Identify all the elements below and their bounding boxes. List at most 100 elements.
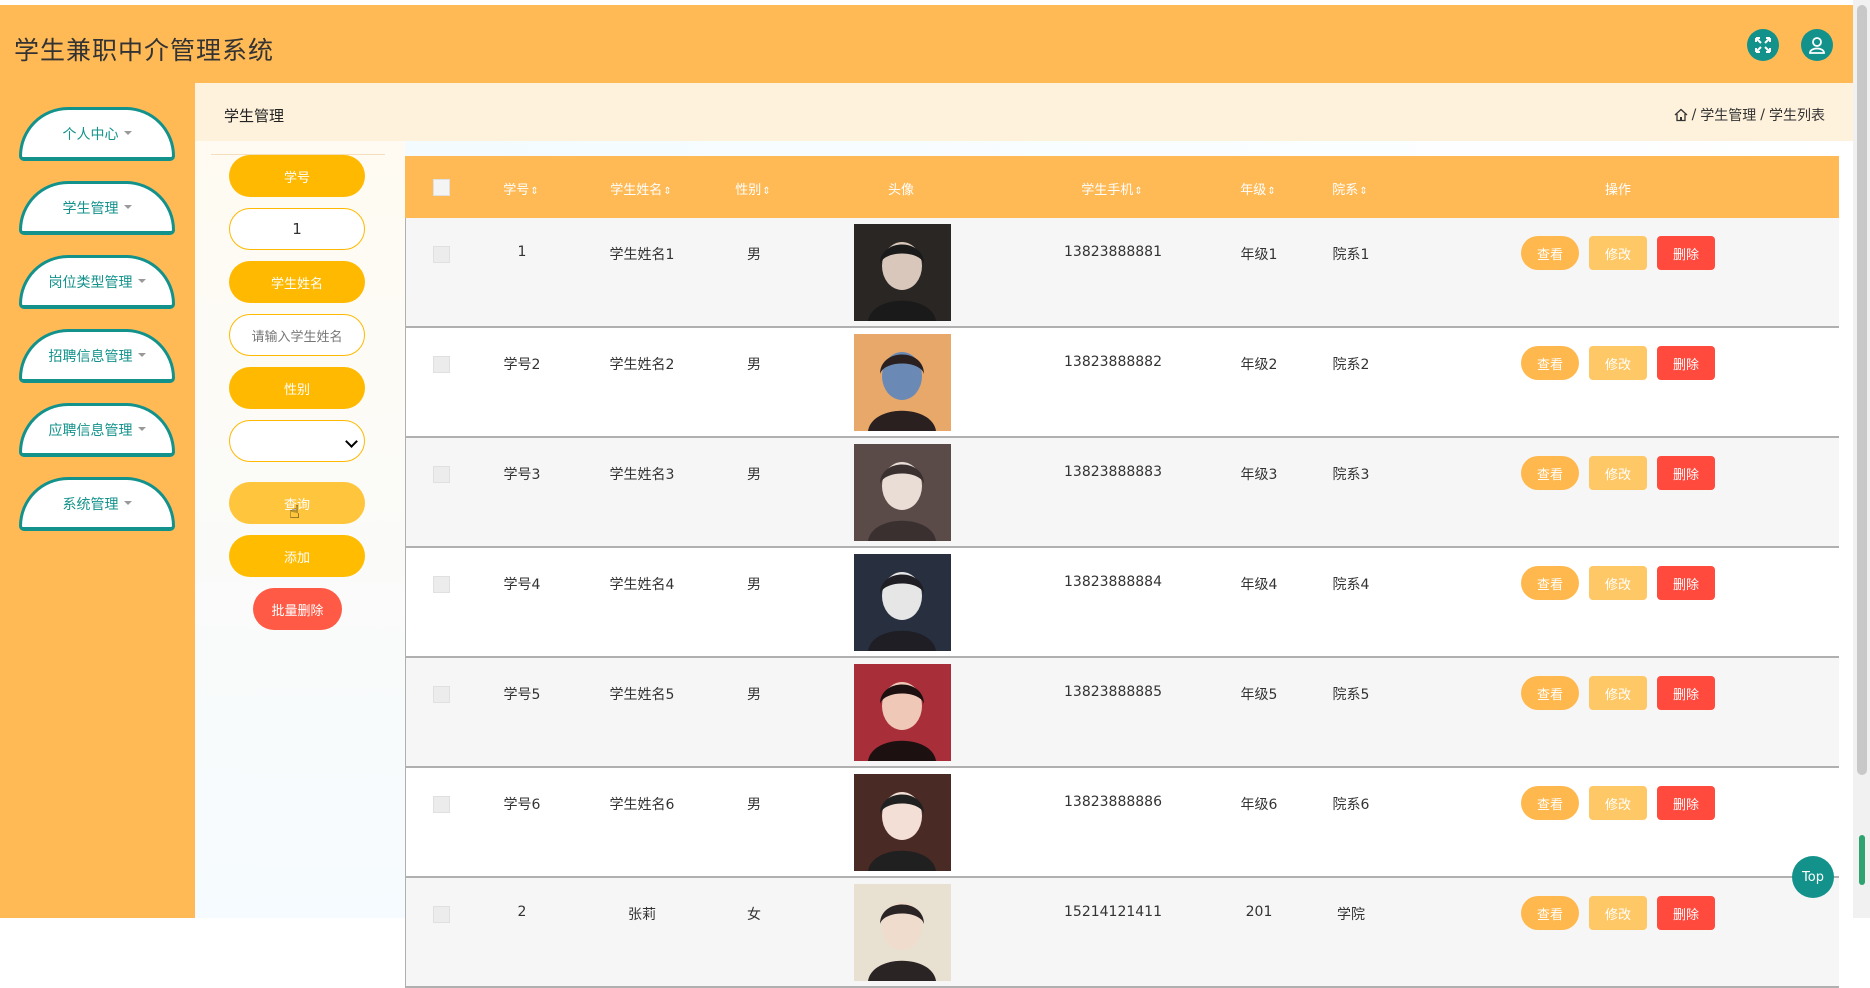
table-row: 学号5 学生姓名5 男 13823888885 年级5 院系5 查看 修改 删除 — [405, 658, 1839, 768]
cell-student-name: 张莉 — [628, 907, 656, 923]
view-button[interactable]: 查看 — [1521, 786, 1579, 820]
cell-gender: 男 — [747, 687, 761, 703]
expand-icon-glyph — [1755, 37, 1771, 53]
delete-button[interactable]: 删除 — [1657, 456, 1715, 490]
caret-down-icon — [137, 352, 146, 357]
delete-button[interactable]: 删除 — [1657, 566, 1715, 600]
column-header-actions: 操作 — [1604, 183, 1632, 198]
view-button[interactable]: 查看 — [1521, 236, 1579, 270]
student-no-input[interactable]: 1 — [229, 208, 365, 250]
add-button[interactable]: 添加 — [229, 535, 365, 577]
column-header-department[interactable]: 院系 — [1332, 179, 1367, 198]
cell-student-name: 学生姓名5 — [609, 687, 675, 703]
cell-gender: 男 — [747, 797, 761, 813]
sidebar-item-personal-center[interactable]: 个人中心 — [19, 107, 175, 161]
cell-grade: 年级6 — [1240, 797, 1278, 813]
view-button[interactable]: 查看 — [1521, 566, 1579, 600]
avatar-photo — [854, 884, 951, 981]
cell-gender: 男 — [747, 467, 761, 483]
edit-button[interactable]: 修改 — [1589, 346, 1647, 380]
column-header-label: 学生姓名 — [610, 183, 663, 198]
cell-department: 院系2 — [1332, 357, 1370, 373]
edit-button[interactable]: 修改 — [1589, 566, 1647, 600]
cell-grade: 年级4 — [1240, 577, 1278, 593]
cell-department: 院系3 — [1332, 467, 1370, 483]
search-panel — [195, 141, 405, 918]
cell-student-no: 学号5 — [503, 687, 541, 703]
cell-student-name: 学生姓名6 — [609, 797, 675, 813]
column-header-student-no[interactable]: 学号 — [503, 179, 538, 198]
batch-delete-button[interactable]: 批量删除 — [253, 588, 342, 630]
caret-down-icon — [123, 130, 132, 135]
sidebar-item-job-type-management[interactable]: 岗位类型管理 — [19, 255, 175, 309]
cell-gender: 男 — [747, 247, 761, 263]
caret-down-icon — [137, 426, 146, 431]
edit-button[interactable]: 修改 — [1589, 896, 1647, 930]
home-icon[interactable] — [1674, 108, 1688, 122]
avatar-image — [854, 334, 951, 431]
cell-gender: 女 — [747, 907, 761, 923]
student-name-input[interactable]: 请输入学生姓名 — [229, 314, 365, 356]
column-header-grade[interactable]: 年级 — [1240, 179, 1275, 198]
expand-icon[interactable] — [1747, 29, 1779, 61]
row-checkbox[interactable] — [433, 576, 450, 593]
delete-button[interactable]: 删除 — [1657, 786, 1715, 820]
row-checkbox[interactable] — [433, 246, 450, 263]
content-header: 学生管理 / 学生管理 / 学生列表 — [195, 83, 1853, 141]
avatar-photo — [854, 774, 951, 871]
view-button[interactable]: 查看 — [1521, 456, 1579, 490]
row-checkbox[interactable] — [433, 906, 450, 923]
cell-grade: 年级1 — [1240, 247, 1278, 263]
page-title: 学生管理 — [224, 107, 285, 125]
select-all-checkbox[interactable] — [433, 179, 450, 196]
row-checkbox[interactable] — [433, 796, 450, 813]
delete-button[interactable]: 删除 — [1657, 236, 1715, 270]
delete-button[interactable]: 删除 — [1657, 676, 1715, 710]
delete-button[interactable]: 删除 — [1657, 346, 1715, 380]
app-title: 学生兼职中介管理系统 — [14, 36, 275, 65]
user-icon[interactable] — [1801, 29, 1833, 61]
delete-button[interactable]: 删除 — [1657, 896, 1715, 930]
user-icon-glyph — [1809, 37, 1825, 54]
sidebar-item-application-management[interactable]: 应聘信息管理 — [19, 403, 175, 457]
edit-button[interactable]: 修改 — [1589, 236, 1647, 270]
cell-phone: 13823888884 — [1064, 574, 1162, 590]
table-row: 2 张莉 女 15214121411 201 学院 查看 修改 删除 — [405, 878, 1839, 988]
column-header-avatar: 头像 — [887, 183, 915, 198]
breadcrumb-separator: / — [1760, 107, 1765, 123]
view-button[interactable]: 查看 — [1521, 676, 1579, 710]
edit-button[interactable]: 修改 — [1589, 786, 1647, 820]
avatar-photo — [854, 554, 951, 651]
table-row: 学号6 学生姓名6 男 13823888886 年级6 院系6 查看 修改 删除 — [405, 768, 1839, 878]
row-checkbox[interactable] — [433, 356, 450, 373]
scrollbar-thumb[interactable] — [1857, 5, 1867, 775]
cell-student-no: 1 — [517, 244, 527, 260]
table-row: 学号4 学生姓名4 男 13823888884 年级4 院系4 查看 修改 删除 — [405, 548, 1839, 658]
sidebar-item-label: 岗位类型管理 — [48, 274, 133, 291]
cell-student-name: 学生姓名4 — [609, 577, 675, 593]
cell-grade: 年级3 — [1240, 467, 1278, 483]
sidebar-item-label: 招聘信息管理 — [48, 348, 133, 365]
cell-department: 学院 — [1337, 907, 1365, 923]
sidebar-item-recruitment-management[interactable]: 招聘信息管理 — [19, 329, 175, 383]
column-header-gender[interactable]: 性别 — [735, 179, 770, 198]
sidebar-item-system-management[interactable]: 系统管理 — [19, 477, 175, 531]
row-checkbox[interactable] — [433, 466, 450, 483]
row-checkbox[interactable] — [433, 686, 450, 703]
view-button[interactable]: 查看 — [1521, 896, 1579, 930]
edit-button[interactable]: 修改 — [1589, 676, 1647, 710]
avatar-image — [854, 774, 951, 871]
view-button[interactable]: 查看 — [1521, 346, 1579, 380]
edit-button[interactable]: 修改 — [1589, 456, 1647, 490]
gender-select[interactable] — [229, 420, 365, 462]
student-table: 学号 学生姓名 性别 头像 学生手机 年级 院系 操作 1 学生姓名1 男 13… — [405, 156, 1839, 988]
student-no-label: 学号 — [229, 155, 365, 197]
cell-grade: 年级5 — [1240, 687, 1278, 703]
pointer-hand-icon: ☝ — [289, 502, 300, 523]
back-to-top-button[interactable]: Top — [1792, 856, 1834, 898]
sidebar-item-student-management[interactable]: 学生管理 — [19, 181, 175, 235]
breadcrumb: / 学生管理 / 学生列表 — [1674, 105, 1825, 125]
column-header-student-name[interactable]: 学生姓名 — [610, 179, 671, 198]
column-header-phone[interactable]: 学生手机 — [1081, 179, 1142, 198]
breadcrumb-item-student-management[interactable]: 学生管理 — [1700, 105, 1756, 125]
